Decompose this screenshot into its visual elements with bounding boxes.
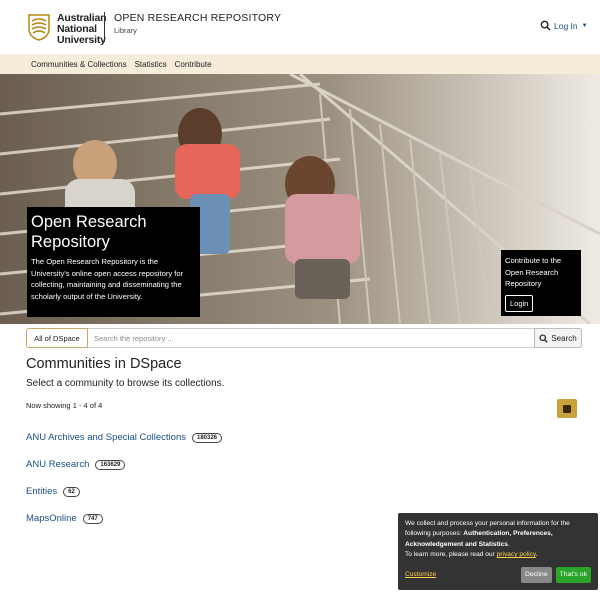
cookie-period: . — [507, 540, 510, 548]
cookie-text: We collect and process your personal inf… — [405, 519, 591, 560]
logo-divider — [104, 12, 105, 42]
site-header: Australian National University OPEN RESE… — [0, 0, 600, 54]
list-item: MapsOnline 747 — [26, 513, 103, 524]
login-label[interactable]: Log In — [554, 21, 578, 31]
anu-crest-icon[interactable] — [27, 13, 51, 41]
search-icon[interactable] — [540, 20, 551, 31]
site-title[interactable]: OPEN RESEARCH REPOSITORY — [114, 12, 281, 24]
nav-item-statistics[interactable]: Statistics — [135, 60, 167, 69]
cookie-learn-more: To learn more, please read our — [405, 550, 497, 558]
search-icon — [539, 333, 549, 343]
hero-login-button[interactable]: Login — [505, 294, 534, 312]
page-subtitle: Select a community to browse its collect… — [26, 378, 225, 389]
nav-item-communities[interactable]: Communities & Collections — [31, 60, 127, 69]
search-button-label: Search — [551, 333, 577, 343]
nav-item-contribute[interactable]: Contribute — [175, 60, 212, 69]
community-link[interactable]: MapsOnline — [26, 513, 77, 524]
hero-title: Open Research Repository — [31, 213, 147, 251]
hero-description: The Open Research Repository is the Univ… — [31, 257, 184, 301]
list-item: Entities 62 — [26, 486, 80, 497]
cookie-learn-end: . — [535, 550, 538, 558]
caret-down-icon: ▼ — [581, 22, 588, 29]
search-button[interactable]: Search — [534, 328, 582, 348]
contribute-text: Contribute to the Open Research Reposito… — [505, 256, 562, 288]
count-badge: 747 — [82, 513, 103, 524]
community-link[interactable]: ANU Archives and Special Collections — [26, 432, 186, 443]
search-bar: All of DSpace Search — [26, 328, 582, 348]
decline-button[interactable]: Decline — [520, 567, 552, 584]
page-title: Communities in DSpace — [26, 356, 182, 372]
customize-link[interactable]: Customize — [405, 570, 436, 580]
community-link[interactable]: ANU Research — [26, 459, 89, 470]
count-badge: 163629 — [95, 459, 126, 470]
search-scope-button[interactable]: All of DSpace — [26, 328, 88, 348]
cookie-actions: Customize Decline That's ok — [405, 567, 591, 584]
list-item: ANU Archives and Special Collections 180… — [26, 432, 223, 443]
site-subtitle: Library — [114, 26, 137, 35]
results-count: Now showing 1 - 4 of 4 — [26, 401, 103, 410]
logo-line: University — [57, 34, 106, 46]
hero-intro-box: Open Research Repository The Open Resear… — [27, 207, 200, 317]
search-input[interactable] — [88, 328, 534, 348]
main-nav: Communities & Collections Statistics Con… — [0, 54, 600, 74]
rss-icon — [563, 404, 571, 413]
contribute-box: Contribute to the Open Research Reposito… — [501, 250, 581, 316]
accept-button[interactable]: That's ok — [555, 567, 591, 584]
count-badge: 62 — [63, 486, 80, 497]
privacy-policy-link[interactable]: privacy policy — [497, 551, 536, 558]
list-item: ANU Research 163629 — [26, 459, 126, 470]
count-badge: 180326 — [192, 432, 223, 443]
hero-banner: Open Research Repository The Open Resear… — [0, 74, 600, 324]
university-logo-text[interactable]: Australian National University — [57, 13, 107, 46]
cookie-consent-banner: We collect and process your personal inf… — [398, 513, 598, 590]
login-menu[interactable]: Log In ▼ — [540, 20, 588, 31]
rss-button[interactable] — [557, 399, 577, 418]
community-link[interactable]: Entities — [26, 486, 57, 497]
